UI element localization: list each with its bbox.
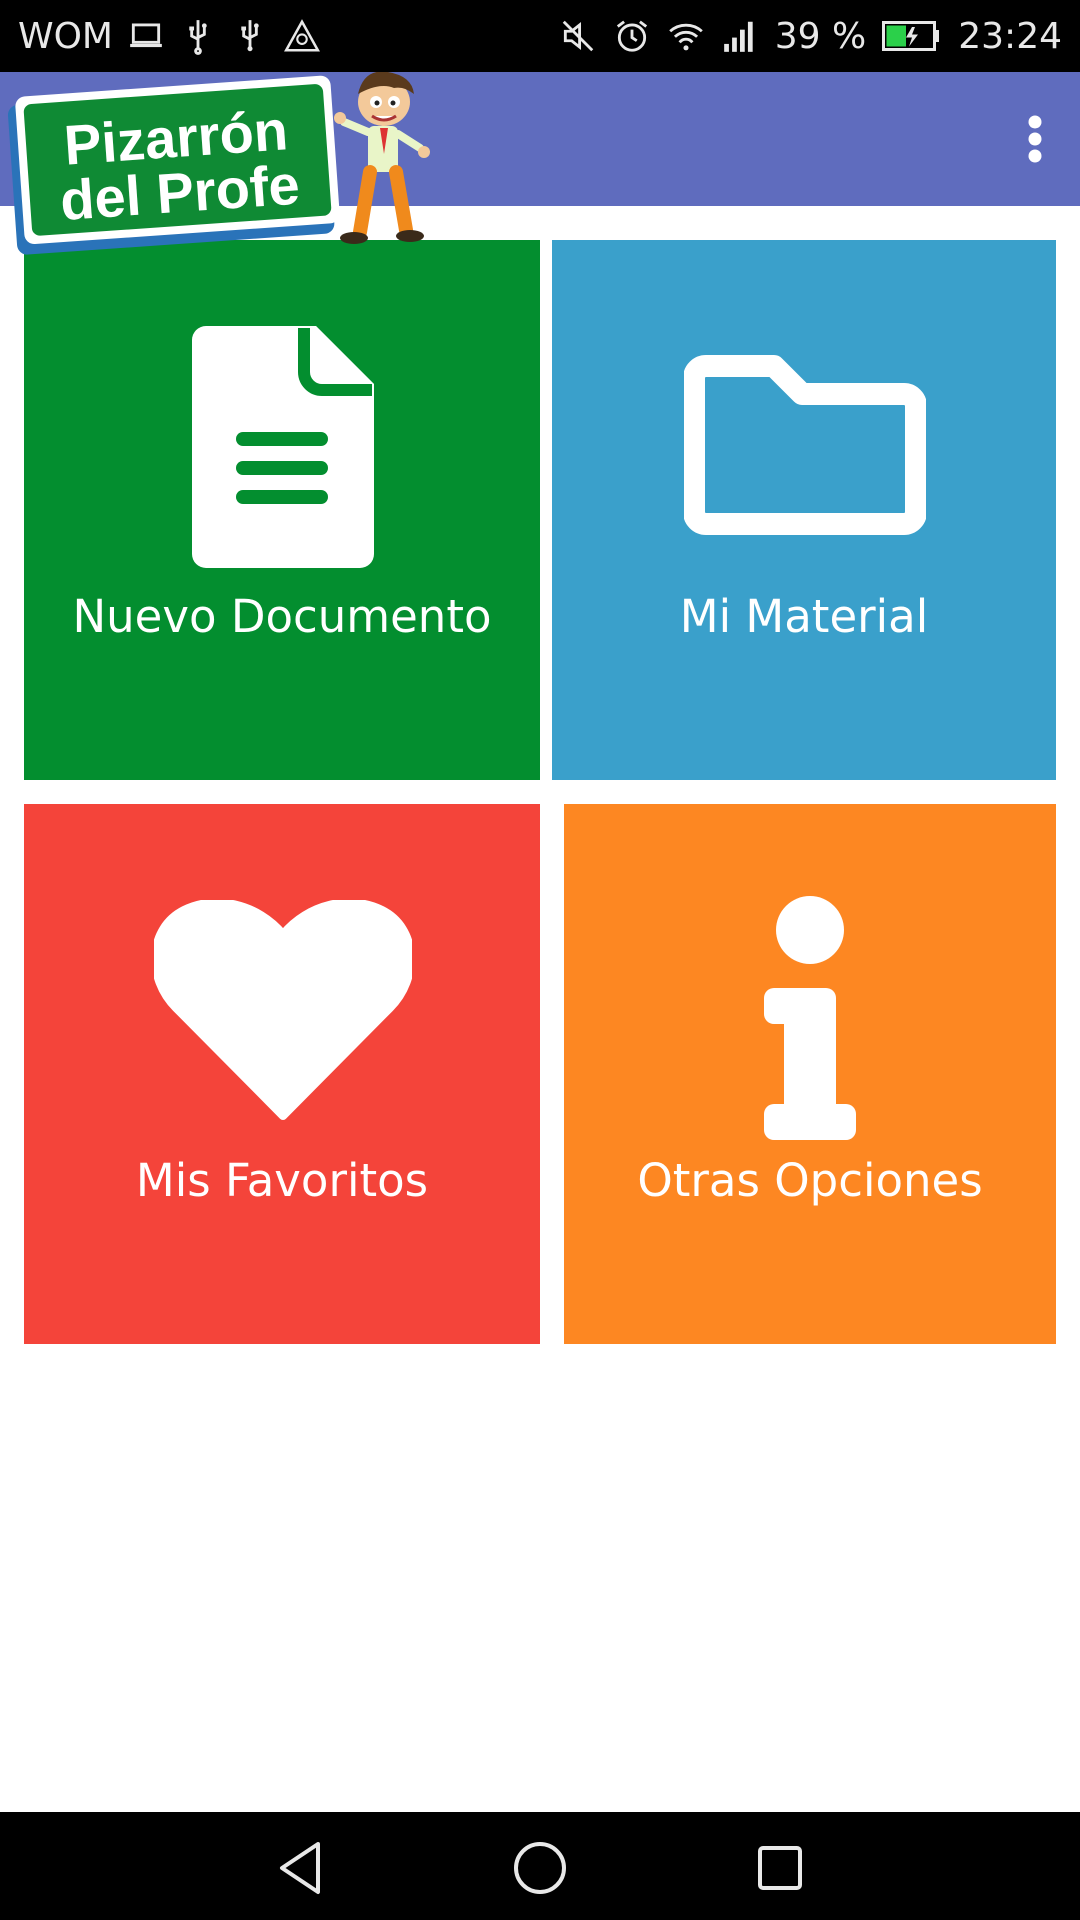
status-bar-left: WOM: [18, 0, 321, 72]
warning-icon: [283, 17, 321, 55]
navigation-bar: [0, 1812, 1080, 1920]
usb-icon: [179, 17, 217, 55]
back-icon: [280, 1842, 320, 1894]
recents-icon: [758, 1846, 802, 1890]
battery-percent: 39 %: [774, 15, 867, 57]
app-logo: Pizarrón del Profe: [6, 72, 436, 262]
status-bar-right: 39 % 23:24: [559, 0, 1062, 72]
mute-icon: [559, 17, 597, 55]
tile-nuevo-documento[interactable]: Nuevo Documento: [24, 240, 540, 780]
home-button[interactable]: [508, 1836, 572, 1900]
document-icon: [192, 326, 374, 568]
tile-mis-favoritos[interactable]: Mis Favoritos: [24, 804, 540, 1344]
tile-otras-opciones[interactable]: Otras Opciones: [564, 804, 1056, 1344]
tile-label: Mi Material: [679, 590, 929, 643]
status-bar: WOM 39 % 23:24: [0, 0, 1080, 72]
mascot-icon: [334, 72, 430, 244]
recents-button[interactable]: [748, 1836, 812, 1900]
laptop-icon: [127, 17, 165, 55]
heart-icon: [154, 900, 412, 1120]
back-button[interactable]: [268, 1836, 332, 1900]
info-icon: [764, 896, 856, 1140]
battery-icon: [882, 17, 942, 55]
clock: 23:24: [958, 15, 1062, 57]
tile-mi-material[interactable]: Mi Material: [552, 240, 1056, 780]
usb-icon: [231, 17, 269, 55]
carrier-name: WOM: [18, 15, 113, 57]
wifi-icon: [667, 17, 705, 55]
folder-icon: [684, 355, 926, 535]
tile-label: Otras Opciones: [637, 1154, 983, 1207]
signal-icon: [721, 17, 759, 55]
alarm-icon: [613, 17, 651, 55]
home-icon: [514, 1842, 566, 1894]
tile-label: Mis Favoritos: [135, 1154, 429, 1207]
overflow-menu-button[interactable]: [1000, 104, 1070, 174]
more-vertical-icon: [1028, 115, 1042, 163]
tile-label: Nuevo Documento: [72, 590, 492, 643]
